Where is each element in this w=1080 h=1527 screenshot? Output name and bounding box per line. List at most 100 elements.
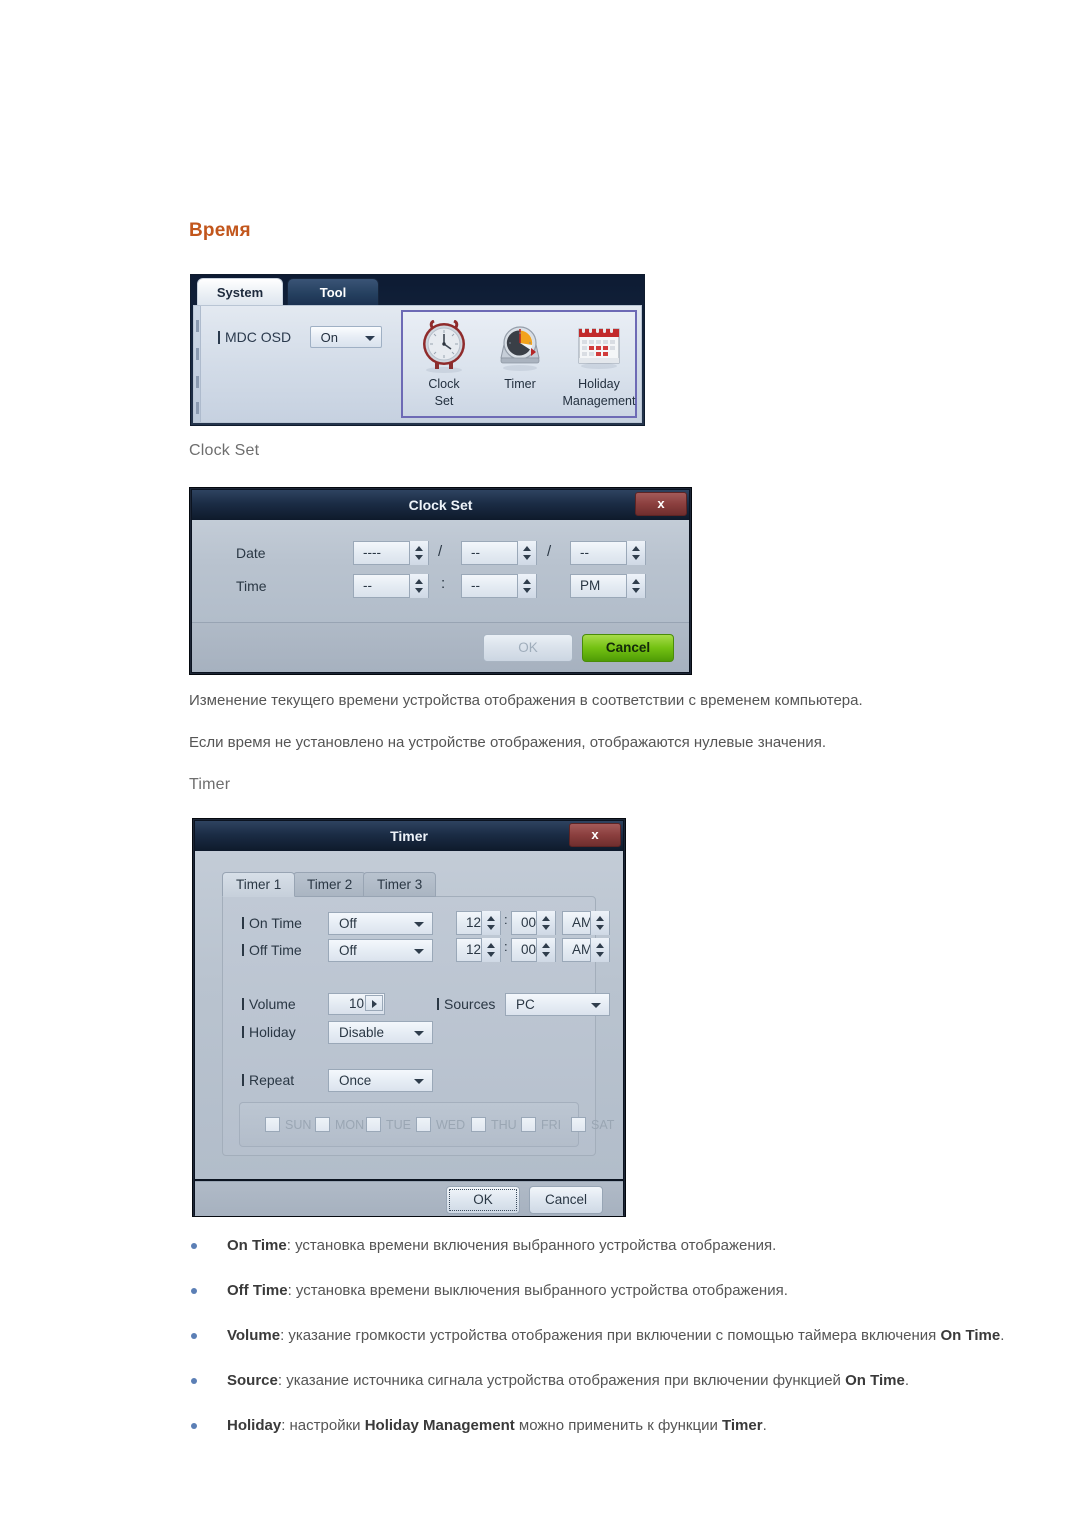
tab-timer-1[interactable]: Timer 1 bbox=[222, 872, 296, 897]
bullet-term: Source bbox=[227, 1372, 278, 1389]
on-time-mode-dropdown[interactable]: Off bbox=[328, 912, 433, 935]
clock-set-ok-button[interactable]: OK bbox=[483, 634, 573, 662]
checkbox-sun[interactable] bbox=[265, 1117, 280, 1132]
checkbox-fri[interactable] bbox=[521, 1117, 536, 1132]
off-time-hour-spinner[interactable]: 12 bbox=[456, 938, 501, 962]
list-item: Holiday: настройки Holiday Management мо… bbox=[185, 1413, 1015, 1439]
date-label: Date bbox=[236, 545, 266, 561]
toolbar-tabstrip: System Tool bbox=[191, 275, 644, 306]
date-day-value: -- bbox=[580, 545, 589, 560]
paragraph-clock-sync: Изменение текущего времени устройства от… bbox=[189, 692, 863, 709]
timer-cancel-button[interactable]: Cancel bbox=[529, 1186, 603, 1214]
sources-dropdown[interactable]: PC bbox=[505, 993, 610, 1016]
on-time-hour-spinner[interactable]: 12 bbox=[456, 911, 501, 935]
clock-set-dialog-title: Clock Set bbox=[192, 490, 689, 520]
tab-system[interactable]: System bbox=[197, 278, 283, 306]
spinner-arrows-icon[interactable] bbox=[626, 541, 645, 565]
bullet-text: : настройки bbox=[281, 1417, 365, 1434]
time-hour-spinner[interactable]: -- bbox=[353, 574, 429, 598]
on-time-mode-value: Off bbox=[339, 916, 357, 931]
spinner-arrows-icon[interactable] bbox=[590, 938, 609, 962]
mdc-osd-dropdown[interactable]: On bbox=[309, 326, 382, 348]
clock-set-dialog-body: Date ---- / -- / -- Time -- : -- PM bbox=[192, 520, 689, 622]
tab-timer-2[interactable]: Timer 2 bbox=[293, 872, 367, 897]
off-time-minute-spinner[interactable]: 00 bbox=[511, 938, 556, 962]
bullet-dot-icon bbox=[191, 1333, 197, 1339]
repeat-label: Repeat bbox=[242, 1072, 294, 1088]
tab-timer-3[interactable]: Timer 3 bbox=[363, 872, 437, 897]
timer-dialog: Timer x Timer 1 Timer 2 Timer 3 On Time … bbox=[192, 818, 626, 1217]
checkbox-fri-label: FRI bbox=[541, 1118, 562, 1132]
volume-value: 10 bbox=[348, 996, 365, 1011]
clock-set-dialog: Clock Set x Date ---- / -- / -- Time -- bbox=[189, 487, 692, 675]
mdc-toolbar-screenshot: System Tool MDC OSD On Clock Set Timer H… bbox=[190, 274, 645, 426]
chevron-down-icon bbox=[414, 949, 424, 954]
holiday-value: Disable bbox=[339, 1025, 385, 1040]
timer-settings-panel: On Time Off 12 : 00 AM Off Time Off 12:… bbox=[222, 896, 614, 1156]
close-icon[interactable]: x bbox=[635, 492, 687, 516]
date-month-value: -- bbox=[471, 545, 480, 560]
time-minute-spinner[interactable]: -- bbox=[461, 574, 537, 598]
timer-ok-button[interactable]: OK bbox=[446, 1186, 520, 1214]
repeat-dropdown[interactable]: Once bbox=[328, 1069, 433, 1092]
clock-set-button[interactable]: Clock Set bbox=[407, 319, 481, 409]
on-time-separator: : bbox=[504, 912, 508, 927]
spinner-arrows-icon[interactable] bbox=[517, 574, 536, 598]
toolbar-left-strip bbox=[194, 306, 201, 422]
spinner-arrows-icon[interactable] bbox=[481, 938, 500, 962]
spinner-arrows-icon[interactable] bbox=[481, 911, 500, 935]
time-meridiem-value: PM bbox=[580, 578, 601, 593]
bullet-dot-icon bbox=[191, 1243, 197, 1249]
spinner-arrows-icon[interactable] bbox=[517, 541, 536, 565]
paragraph-clock-unset: Если время не установлено на устройстве … bbox=[189, 734, 826, 751]
holiday-caption-2: Management bbox=[562, 394, 636, 408]
checkbox-tue[interactable] bbox=[366, 1117, 381, 1132]
spinner-arrows-icon[interactable] bbox=[409, 574, 428, 598]
checkbox-thu[interactable] bbox=[471, 1117, 486, 1132]
bullet-text: : установка времени выключения выбранног… bbox=[287, 1282, 788, 1299]
spinner-arrows-icon[interactable] bbox=[536, 911, 555, 935]
timer-button[interactable]: Timer bbox=[483, 320, 557, 394]
checkbox-mon[interactable] bbox=[315, 1117, 330, 1132]
list-item: Volume: указание громкости устройства от… bbox=[185, 1323, 1015, 1349]
bullet-term-secondary: On Time bbox=[845, 1372, 905, 1389]
volume-increase-icon[interactable] bbox=[365, 995, 383, 1011]
off-time-label: Off Time bbox=[242, 942, 302, 958]
bullet-dot-icon bbox=[191, 1378, 197, 1384]
spinner-arrows-icon[interactable] bbox=[626, 574, 645, 598]
holiday-dropdown[interactable]: Disable bbox=[328, 1021, 433, 1044]
time-meridiem-spinner[interactable]: PM bbox=[570, 574, 646, 598]
bullet-text: : указание громкости устройства отображе… bbox=[280, 1327, 941, 1344]
bullet-text: : установка времени включения выбранного… bbox=[286, 1237, 777, 1254]
checkbox-thu-label: THU bbox=[491, 1118, 517, 1132]
volume-stepper[interactable]: 10 bbox=[328, 993, 385, 1015]
spinner-arrows-icon[interactable] bbox=[590, 911, 609, 935]
spinner-arrows-icon[interactable] bbox=[536, 938, 555, 962]
date-month-spinner[interactable]: -- bbox=[461, 541, 537, 565]
checkbox-sat[interactable] bbox=[571, 1117, 586, 1132]
date-day-spinner[interactable]: -- bbox=[570, 541, 646, 565]
clock-set-cancel-button[interactable]: Cancel bbox=[582, 634, 674, 662]
off-time-meridiem-spinner[interactable]: AM bbox=[562, 938, 610, 962]
holiday-management-button[interactable]: Holiday Management bbox=[559, 320, 639, 409]
checkbox-wed[interactable] bbox=[416, 1117, 431, 1132]
timer-caption-1: Timer bbox=[504, 377, 536, 391]
toolbar-body: MDC OSD On Clock Set Timer Holiday Manag… bbox=[193, 305, 642, 423]
close-icon[interactable]: x bbox=[569, 823, 621, 847]
spinner-arrows-icon[interactable] bbox=[409, 541, 428, 565]
on-time-minute-spinner[interactable]: 00 bbox=[511, 911, 556, 935]
repeat-value: Once bbox=[339, 1073, 372, 1088]
on-time-meridiem-spinner[interactable]: AM bbox=[562, 911, 610, 935]
tab-tool[interactable]: Tool bbox=[287, 278, 379, 306]
clock-set-icon bbox=[415, 319, 473, 375]
time-icon-panel: Clock Set Timer Holiday Management bbox=[401, 310, 637, 418]
list-item: Source: указание источника сигнала устро… bbox=[185, 1368, 1015, 1394]
off-time-mode-dropdown[interactable]: Off bbox=[328, 939, 433, 962]
section-heading-clock-set: Clock Set bbox=[189, 442, 260, 459]
date-year-spinner[interactable]: ---- bbox=[353, 541, 429, 565]
chevron-down-icon bbox=[414, 922, 424, 927]
clock-set-caption-1: Clock bbox=[428, 377, 460, 391]
bullet-text: : указание источника сигнала устройства … bbox=[277, 1372, 846, 1389]
section-heading-timer: Timer bbox=[189, 776, 231, 793]
holiday-label: Holiday bbox=[242, 1024, 296, 1040]
